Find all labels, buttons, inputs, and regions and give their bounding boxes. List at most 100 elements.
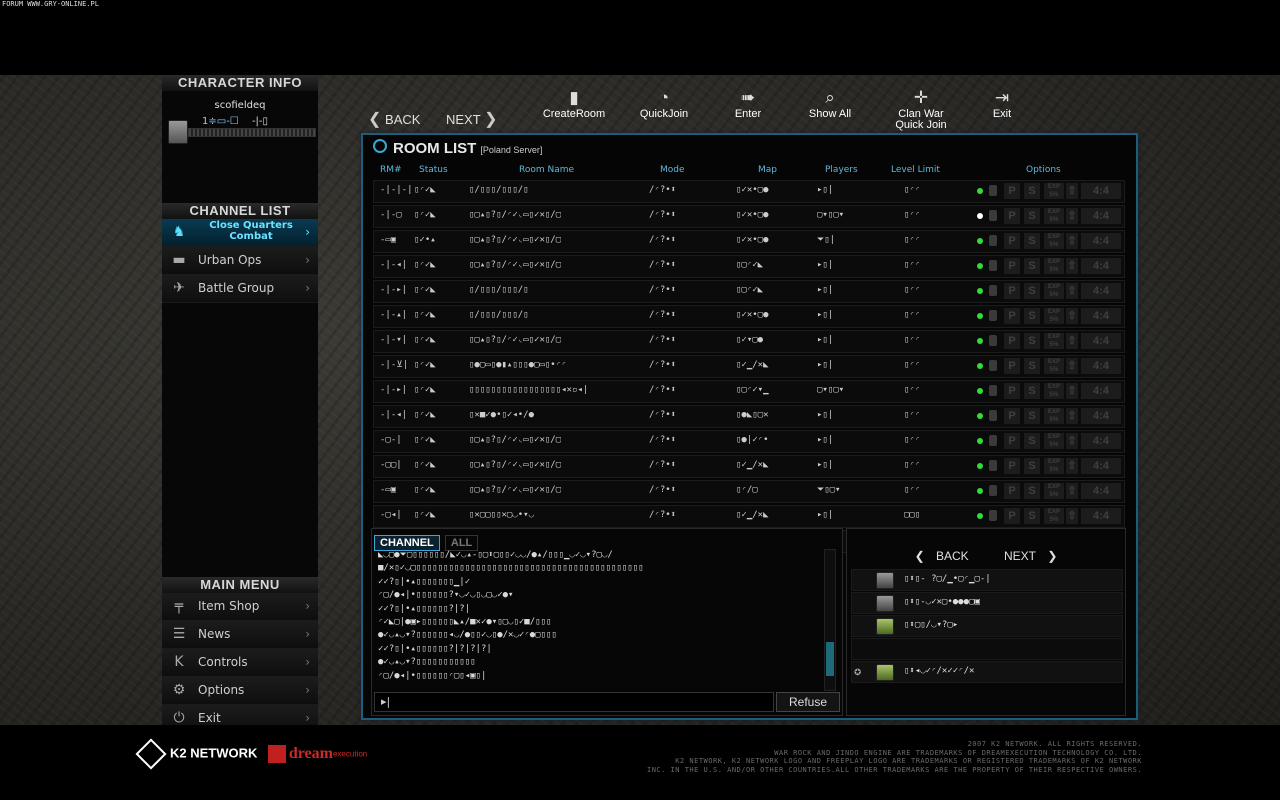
room-row[interactable]: -|-▸| ▯◜✓◣ ▯▯▯▯▯▯▯▯▯▯▯▯▯▯▯▯▯◂✕▫◂| /◜?•⬍ ▯▢◜✓… <box>373 380 1125 403</box>
chat-tabs: CHANNEL ALL <box>374 531 479 551</box>
room-list-window: ROOM LIST [Poland Server] RM# Status Room… <box>361 133 1138 720</box>
room-list-title: ROOM LIST [Poland Server] <box>373 139 542 157</box>
room-row[interactable]: -▭▣ ▯◜✓◣ ▯▢▴▯?▯/◜✓◟▭▯✓✕▯/▢ /◜?•⬍ ▯◜/▢ ⏷▯▢▾ ▯◜◜… <box>373 480 1125 503</box>
lock-icon <box>989 435 997 446</box>
chevron-right-icon: ❯ <box>484 111 498 128</box>
room-row[interactable]: -|-▢ ▯◜✓◣ ▯▢▴▯?▯/◜✓◟▭▯✓✕▯/▢ /◜?•⬍ ▯✓✕•▢● ▢▾▯▢… <box>373 205 1125 228</box>
user-next-button[interactable]: NEXT ❯ <box>996 549 1057 563</box>
status-dot-icon <box>977 413 983 419</box>
room-name: ▯/▯▯▯/▯▯▯/▯ <box>469 285 529 295</box>
create-room-button[interactable]: ▮ CreateRoom <box>532 87 616 120</box>
room-mode: /◜?•⬍ <box>649 485 677 495</box>
user-row[interactable]: ▯⬍▯-◡✓✕▢•●●●▢▣ <box>851 592 1123 614</box>
option-exp: EXP 5% <box>1044 433 1064 449</box>
room-level-limit: ▯◜◜ <box>904 435 921 445</box>
room-status: ▯◜✓◣ <box>414 310 436 320</box>
option-p: P <box>1004 258 1020 274</box>
room-row[interactable]: -▭▣ ▯✓•▴ ▯▢▴▯?▯/◜✓◟▭▯✓✕▯/▢ /◜?•⬍ ▯✓✕•▢● ⏷▯| ▯◜… <box>373 230 1125 253</box>
option-s: S <box>1024 258 1040 274</box>
room-level-limit: ▯◜◜ <box>904 185 921 195</box>
menu-controls[interactable]: K Controls › <box>162 649 318 677</box>
channel-battle-group[interactable]: ✈ Battle Group › <box>162 275 318 303</box>
menu-options[interactable]: ⚙ Options › <box>162 677 318 705</box>
room-row[interactable]: -|-|-| ▯◜✓◣ ▯/▯▯▯/▯▯▯/▯ /◜?•⬍ ▯✓✕•▢● ▸▯| ▯◜◜ P S… <box>373 180 1125 203</box>
room-map: ▯✓✕•▢● <box>736 310 769 320</box>
room-number: -|-|-| <box>380 185 413 195</box>
option-exp: EXP 5% <box>1044 408 1064 424</box>
room-row[interactable]: -|-▴| ▯◜✓◣ ▯/▯▯▯/▯▯▯/▯ /◜?•⬍ ▯✓✕•▢● ▸▯| ▯◜◜ P S E… <box>373 305 1125 328</box>
user-row[interactable]: ▯⬍▯- ?▢/▁•▢◜▁▢-| <box>851 569 1123 591</box>
room-row[interactable]: -|-⊻| ▯◜✓◣ ▯●▢▭▯●▮▴▯▯▯●▢▭▯•◜◜ /◜?•⬍ ▯✓▁/✕◣ ▸▯… <box>373 355 1125 378</box>
option-s: S <box>1024 333 1040 349</box>
room-map: ▯●◣▯▢✕ <box>736 410 769 420</box>
room-row[interactable]: -|-◂| ▯◜✓◣ ▯✕■✓●•▯✓◂•/● /◜?•⬍ ▯●◣▯▢✕ ▸▯| ▯◜◜ P S… <box>373 405 1125 428</box>
option-p: P <box>1004 283 1020 299</box>
quick-join-button[interactable]: ◔ QuickJoin <box>622 87 706 120</box>
clan-war-quick-join-button[interactable]: ✛ Clan War Quick Join <box>880 87 962 131</box>
option-exp: EXP 5% <box>1044 183 1064 199</box>
room-number: -|-◂| <box>380 260 408 270</box>
chat-log: ◣◡▢●⏷▢▯▯▯▯▯▯/◣✓◡▴-▯▢⬍▢▯▯✓◡◡/●▴/▯▯▯▁◡✓◡▾?… <box>378 549 818 683</box>
room-status: ▯◜✓◣ <box>414 435 436 445</box>
channel-label: Battle Group <box>198 281 275 295</box>
show-all-button[interactable]: ⌕ Show All <box>788 87 872 120</box>
next-button[interactable]: NEXT ❯ <box>446 109 497 129</box>
rank-badge-icon <box>876 618 894 635</box>
chevron-right-icon: › <box>305 253 310 267</box>
room-mode: /◜?•⬍ <box>649 310 677 320</box>
server-name: [Poland Server] <box>480 145 543 155</box>
col-mode[interactable]: Mode <box>660 165 685 175</box>
col-status[interactable]: Status <box>419 165 448 175</box>
status-dot-icon <box>977 213 983 219</box>
room-row[interactable]: -▢-| ▯◜✓◣ ▯▢▴▯?▯/◜✓◟▭▯✓✕▯/▢ /◜?•⬍ ▯●|✓◜• ▸▯| ▯… <box>373 430 1125 453</box>
chat-input[interactable]: ▸| <box>374 692 774 712</box>
exit-lobby-button[interactable]: ⇥ Exit <box>960 87 1044 120</box>
col-map[interactable]: Map <box>758 165 777 175</box>
status-dot-icon <box>977 188 983 194</box>
channel-urban-ops[interactable]: ▬ Urban Ops › <box>162 247 318 275</box>
dreamexecution-logo: dreamexecution <box>267 744 367 763</box>
room-mode: /◜?•⬍ <box>649 260 677 270</box>
rank-badge-icon <box>876 595 894 612</box>
room-row[interactable]: -▢▢| ▯◜✓◣ ▯▢▴▯?▯/◜✓◟▭▯✓✕▯/▢ /◜?•⬍ ▯✓▁/✕◣ ▸▯| ▯… <box>373 455 1125 478</box>
option-ratio: 4:4 <box>1081 458 1121 474</box>
option-ratio: 4:4 <box>1081 208 1121 224</box>
chat-scrollbar[interactable] <box>824 549 836 691</box>
room-name: ▯▢▴▯?▯/◜✓◟▭▯✓✕▯/▢ <box>469 235 562 245</box>
scroll-thumb[interactable] <box>826 642 834 676</box>
room-level-limit: ▯◜◜ <box>904 260 921 270</box>
refuse-button[interactable]: Refuse <box>776 692 840 712</box>
user-row[interactable]: ▯⬍▢▯/◡▾?▢▸ <box>851 615 1123 637</box>
col-level-limit[interactable]: Level Limit <box>891 165 940 175</box>
col-room-name[interactable]: Room Name <box>519 165 574 175</box>
col-players[interactable]: Players <box>825 165 858 175</box>
room-row[interactable]: -|-▾| ▯◜✓◣ ▯▢▴▯?▯/◜✓◟▭▯✓✕▯/▢ /◜?•⬍ ▯✓▾▢● ▸▯| ▯… <box>373 330 1125 353</box>
room-map: ▯◜/▢ <box>736 485 758 495</box>
next-label: NEXT <box>446 112 481 127</box>
lock-icon <box>989 410 997 421</box>
option-s: S <box>1024 433 1040 449</box>
legal-line: K2 NETWORK, K2 NETWORK LOGO AND FREEPLAY… <box>675 757 1142 765</box>
refresh-icon[interactable] <box>373 139 387 153</box>
menu-news[interactable]: ☰ News › <box>162 621 318 649</box>
back-button[interactable]: ❮ BACK <box>368 109 420 129</box>
caret-icon: ▸| <box>381 695 391 708</box>
game-stage: CHARACTER INFO scofieldeq 1≑▭-☐ -|-▯ CHA… <box>0 75 1280 733</box>
option-p: P <box>1004 308 1020 324</box>
col-rm[interactable]: RM# <box>380 165 402 175</box>
room-row[interactable]: -|-◂| ▯◜✓◣ ▯▢▴▯?▯/◜✓◟▭▯✓✕▯/▢ /◜?•⬍ ▯▢◜✓◣ ▸▯| ▯… <box>373 255 1125 278</box>
room-row[interactable]: -|-▸| ▯◜✓◣ ▯/▯▯▯/▯▯▯/▯ /◜?•⬍ ▯▢◜✓◣ ▸▯| ▯◜◜ P S EX… <box>373 280 1125 303</box>
publisher-logos: K2 NETWORK dreamexecution <box>135 738 367 770</box>
user-name: ▯⬍▢▯/◡▾?▢▸ <box>904 620 959 630</box>
user-back-button[interactable]: ❮ BACK <box>915 549 977 563</box>
user-next-label: NEXT <box>1004 549 1037 563</box>
watermark: FORUM WWW.GRY-ONLINE.PL <box>2 0 99 8</box>
room-name: ▯▢▴▯?▯/◜✓◟▭▯✓✕▯/▢ <box>469 210 562 220</box>
channel-close-quarters-combat[interactable]: ♞ Close Quarters Combat › <box>162 219 318 247</box>
enter-button[interactable]: ➠ Enter <box>706 87 790 120</box>
room-row[interactable]: -▢◂| ▯◜✓◣ ▯✕▢▢▯▯✕▢◡•▾◡ /◜?•⬍ ▯✓▁/✕◣ ▸▯| ▢▢▯ P S E… <box>373 505 1125 528</box>
channel-list-header: CHANNEL LIST <box>162 203 318 219</box>
col-options[interactable]: Options <box>1026 165 1061 175</box>
user-row[interactable]: ✪ ▯⬍◂◡✓◜/✕✓✓◜/✕ <box>851 661 1123 683</box>
menu-item-shop[interactable]: ╤ Item Shop › <box>162 593 318 621</box>
